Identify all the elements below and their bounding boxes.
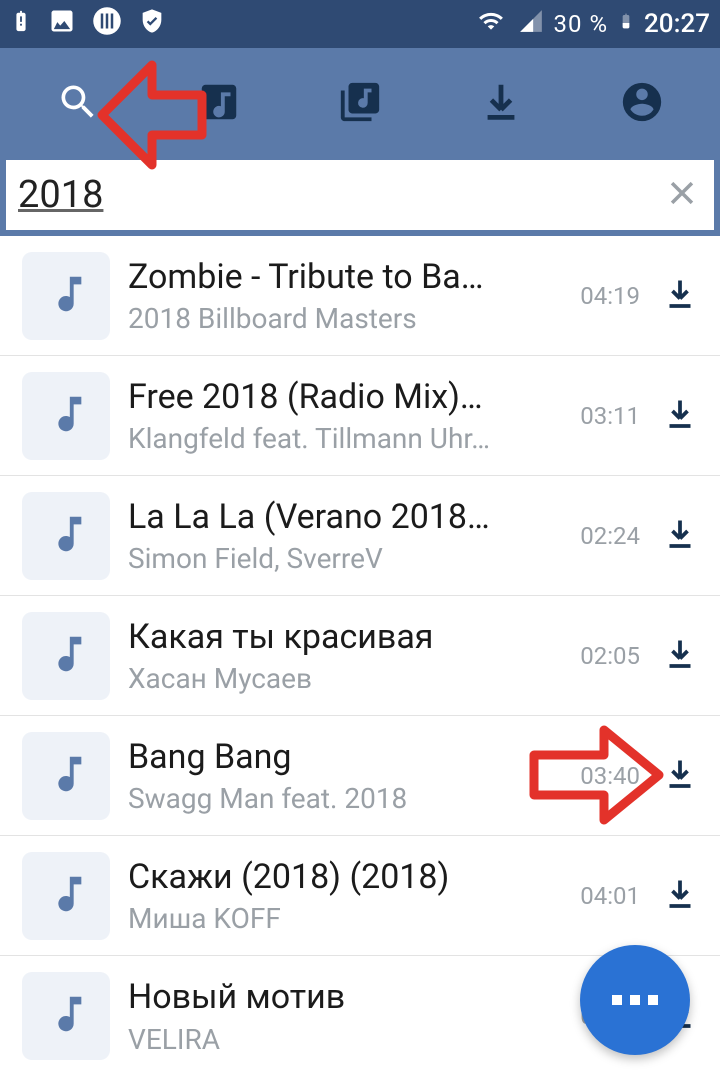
shield-icon [138,7,166,41]
battery-alert-icon [10,6,32,42]
track-meta: La La La (Verano 2018…Simon Field, Sverr… [110,496,570,576]
download-icon [478,79,524,129]
clock: 20:27 [644,9,710,39]
clear-search-button[interactable] [662,175,702,215]
track-duration: 03:40 [570,762,640,790]
search-bar: 2018 [0,160,720,236]
close-icon [665,176,699,214]
search-query: 2018 [18,173,662,217]
music-note-icon [43,746,89,806]
search-button[interactable] [46,72,110,136]
fab-more-button[interactable] [580,945,690,1055]
track-row[interactable]: Скажи (2018) (2018)Миша KOFF04:01 [0,836,720,956]
cellular-icon [518,8,544,40]
nav-downloads-button[interactable] [469,72,533,136]
download-icon [662,396,698,436]
download-icon [662,876,698,916]
track-download-button[interactable] [658,754,702,798]
track-meta: Free 2018 (Radio Mix)…Klangfeld feat. Ti… [110,376,570,456]
track-thumbnail [22,852,110,940]
track-meta: Bang BangSwagg Man feat. 2018 [110,736,570,816]
track-meta: Zombie - Tribute to Ba…2018 Billboard Ma… [110,256,570,336]
music-note-icon [43,506,89,566]
track-thumbnail [22,972,110,1060]
track-title: Zombie - Tribute to Ba… [128,256,552,299]
track-row[interactable]: Какая ты красиваяХасан Мусаев02:05 [0,596,720,716]
track-row[interactable]: Zombie - Tribute to Ba…2018 Billboard Ma… [0,236,720,356]
download-icon [662,276,698,316]
status-bar: 30 % 20:27 [0,0,720,48]
track-artist: Simon Field, SverreV [128,542,552,575]
account-icon [619,79,665,129]
battery-icon [618,7,634,41]
track-artist: 2018 Billboard Masters [128,302,552,335]
track-meta: Какая ты красиваяХасан Мусаев [110,616,570,696]
track-title: Скажи (2018) (2018) [128,856,552,899]
track-meta: Скажи (2018) (2018)Миша KOFF [110,856,570,936]
track-download-button[interactable] [658,274,702,318]
track-title: La La La (Verano 2018… [128,496,552,539]
track-row[interactable]: La La La (Verano 2018…Simon Field, Sverr… [0,476,720,596]
track-title: Bang Bang [128,736,552,779]
music-note-icon [196,79,242,129]
track-artist: Swagg Man feat. 2018 [128,782,552,815]
track-duration: 02:05 [570,642,640,670]
wifi-icon [474,8,508,40]
track-artist: Klangfeld feat. Tillmann Uhr… [128,422,552,455]
track-row[interactable]: Free 2018 (Radio Mix)…Klangfeld feat. Ti… [0,356,720,476]
track-artist: Хасан Мусаев [128,662,552,695]
track-thumbnail [22,492,110,580]
track-download-button[interactable] [658,514,702,558]
track-meta: Новый мотив VELIRA [110,976,570,1056]
music-note-icon [43,626,89,686]
download-icon [662,756,698,796]
music-note-icon [43,266,89,326]
track-thumbnail [22,372,110,460]
library-music-icon [337,79,383,129]
track-download-button[interactable] [658,874,702,918]
track-duration: 03:11 [570,402,640,430]
track-title: Free 2018 (Radio Mix)… [128,376,552,419]
music-note-icon [43,386,89,446]
battery-percent: 30 % [554,10,609,38]
search-icon [56,80,100,128]
more-icon [612,995,658,1005]
track-thumbnail [22,732,110,820]
track-duration: 02:24 [570,522,640,550]
search-input[interactable]: 2018 [6,160,714,230]
nav-playlists-button[interactable] [328,72,392,136]
download-icon [662,516,698,556]
image-icon [48,7,76,41]
music-note-icon [43,986,89,1046]
barcode-icon [92,6,122,42]
track-duration: 04:19 [570,282,640,310]
track-thumbnail [22,252,110,340]
nav-account-button[interactable] [610,72,674,136]
track-artist: Миша KOFF [128,902,552,935]
track-title: Какая ты красивая [128,616,552,659]
track-title: Новый мотив [128,976,552,1019]
track-download-button[interactable] [658,634,702,678]
nav-tracks-button[interactable] [187,72,251,136]
track-download-button[interactable] [658,394,702,438]
track-artist: VELIRA [128,1023,552,1056]
track-thumbnail [22,612,110,700]
track-row[interactable]: Bang BangSwagg Man feat. 201803:40 [0,716,720,836]
music-note-icon [43,866,89,926]
track-duration: 04:01 [570,882,640,910]
top-nav [0,48,720,160]
download-icon [662,636,698,676]
